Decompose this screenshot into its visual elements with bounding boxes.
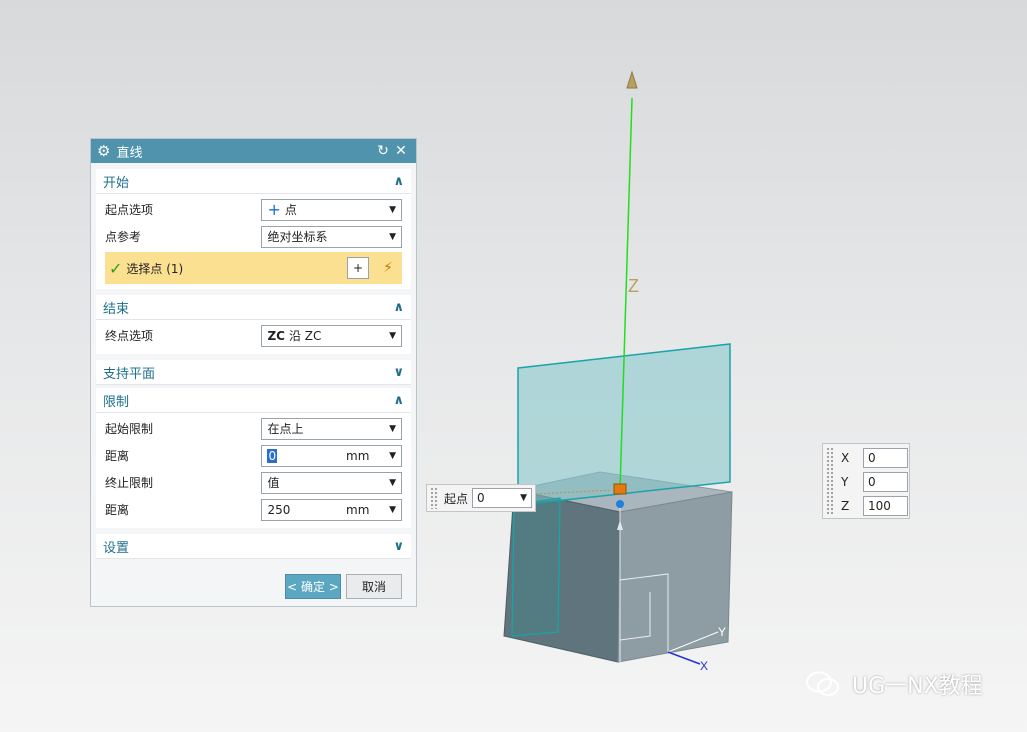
start-option-label: 起点选项 xyxy=(105,203,154,217)
distance2-unit: mm xyxy=(346,502,370,517)
wechat-icon xyxy=(806,671,839,696)
distance1-unit: mm xyxy=(346,448,370,463)
section-limits-body: 起始限制 在点上 ▼ 距离 0 mm ▼ 终止限制 值 ▼ 距离 250 mm … xyxy=(96,413,411,528)
end-limit-dropdown[interactable]: 值 ▼ xyxy=(261,471,402,494)
zc-prefix: ZC xyxy=(267,328,285,343)
x-field[interactable]: 0 xyxy=(863,448,908,468)
point-ref-dropdown[interactable]: 绝对坐标系 ▼ xyxy=(261,225,402,248)
chevron-down-icon: ▼ xyxy=(389,450,396,461)
dialog-title-bar[interactable]: ⚙ 直线 ↻ ✕ xyxy=(91,139,416,163)
y-axis-label: Y xyxy=(718,625,726,639)
reset-icon[interactable]: ↻ xyxy=(374,143,392,159)
x-axis-label: X xyxy=(700,659,708,673)
datum-plane-lower xyxy=(511,497,561,637)
start-option-value: 点 xyxy=(284,203,297,217)
cancel-button[interactable]: 取消 xyxy=(346,573,402,599)
xyz-coordinate-widget: X 0 Y 0 Z 100 xyxy=(822,443,910,519)
end-limit-label: 终止限制 xyxy=(105,476,154,490)
chevron-down-icon: ▼ xyxy=(389,477,396,488)
y-field[interactable]: 0 xyxy=(863,472,908,492)
chevron-down-icon: ▼ xyxy=(520,493,528,503)
end-limit-value: 值 xyxy=(267,476,280,490)
section-settings-label: 设置 xyxy=(103,540,130,556)
gear-icon[interactable]: ⚙ xyxy=(97,142,110,160)
start-point-widget: 起点 0 ▼ xyxy=(426,484,536,512)
section-support-plane-label: 支持平面 xyxy=(103,366,156,382)
chevron-down-icon: ▼ xyxy=(389,504,396,515)
distance1-label: 距离 xyxy=(105,449,130,463)
chevron-down-icon: ▼ xyxy=(389,231,396,242)
origin-point[interactable] xyxy=(616,500,624,508)
section-settings-header[interactable]: 设置 ∨ xyxy=(96,534,411,559)
z-axis-label: Z xyxy=(628,276,639,296)
end-option-dropdown[interactable]: ZC 沿 ZC ▼ xyxy=(261,324,402,347)
ok-button[interactable]: < 确定 > xyxy=(285,573,341,599)
x-label: X xyxy=(841,451,850,465)
inferred-point-icon[interactable]: ⚡ xyxy=(374,252,402,284)
block-right-face[interactable] xyxy=(617,491,733,663)
checkmark-icon: ✓ xyxy=(109,258,123,278)
start-point-handle[interactable] xyxy=(613,483,627,495)
dialog-title: 直线 xyxy=(116,145,143,161)
start-limit-label: 起始限制 xyxy=(105,422,154,436)
start-widget-dropdown[interactable]: 0 ▼ xyxy=(472,488,533,508)
point-plus-icon: + xyxy=(267,200,281,219)
chevron-up-icon[interactable]: ∧ xyxy=(393,300,404,315)
chevron-up-icon[interactable]: ∧ xyxy=(393,393,404,408)
point-ref-value: 绝对坐标系 xyxy=(267,230,328,244)
dialog-footer: < 确定 > 取消 xyxy=(91,566,416,606)
start-widget-label: 起点 xyxy=(444,491,469,506)
chevron-down-icon: ▼ xyxy=(389,204,396,215)
section-start-body: 起点选项 + 点 ▼ 点参考 绝对坐标系 ▼ ✓ 选择点 (1) + ⚡ xyxy=(96,194,411,289)
distance2-label: 距离 xyxy=(105,503,130,517)
x-axis-line xyxy=(667,651,701,665)
select-point-label: 选择点 (1) xyxy=(126,261,184,276)
section-end-label: 结束 xyxy=(103,301,130,317)
z-label: Z xyxy=(841,499,850,513)
start-widget-value: 0 xyxy=(477,491,485,505)
section-end-header[interactable]: 结束 ∧ xyxy=(96,295,411,320)
drag-handle[interactable] xyxy=(826,447,834,515)
watermark: UG一NX教程 xyxy=(806,668,983,700)
end-option-value: 沿 ZC xyxy=(288,329,322,343)
y-label: Y xyxy=(841,475,849,489)
close-icon[interactable]: ✕ xyxy=(392,143,410,159)
section-limits-header[interactable]: 限制 ∧ xyxy=(96,388,411,413)
chevron-down-icon[interactable]: ∨ xyxy=(393,539,404,554)
section-start-header[interactable]: 开始 ∧ xyxy=(96,169,411,194)
section-start-label: 开始 xyxy=(103,175,130,191)
section-limits-label: 限制 xyxy=(103,394,130,410)
chevron-down-icon: ▼ xyxy=(389,330,396,341)
chevron-up-icon[interactable]: ∧ xyxy=(393,174,404,189)
chevron-down-icon: ▼ xyxy=(389,423,396,434)
distance2-value[interactable]: 250 xyxy=(267,503,346,517)
distance1-value[interactable]: 0 xyxy=(267,448,278,463)
select-point-row[interactable]: ✓ 选择点 (1) + ⚡ xyxy=(105,252,402,284)
watermark-text: UG一NX教程 xyxy=(852,674,983,699)
point-dialog-button[interactable]: + xyxy=(347,257,369,279)
distance2-field[interactable]: 250 mm ▼ xyxy=(261,498,402,521)
line-dialog: ⚙ 直线 ↻ ✕ 开始 ∧ 起点选项 + 点 ▼ 点参考 绝对坐标系 ▼ ✓ 选… xyxy=(90,138,417,607)
z-field[interactable]: 100 xyxy=(863,496,908,516)
distance1-field[interactable]: 0 mm ▼ xyxy=(261,444,402,467)
chevron-down-icon[interactable]: ∨ xyxy=(393,365,404,380)
section-support-plane-header[interactable]: 支持平面 ∨ xyxy=(96,360,411,385)
start-limit-dropdown[interactable]: 在点上 ▼ xyxy=(261,417,402,440)
drag-handle[interactable] xyxy=(430,487,438,509)
point-ref-label: 点参考 xyxy=(105,230,142,244)
start-limit-value: 在点上 xyxy=(267,422,304,436)
start-option-dropdown[interactable]: + 点 ▼ xyxy=(261,198,402,221)
end-option-label: 终点选项 xyxy=(105,329,154,343)
section-end-body: 终点选项 ZC 沿 ZC ▼ xyxy=(96,320,411,354)
z-direction-arrow[interactable] xyxy=(626,70,638,89)
